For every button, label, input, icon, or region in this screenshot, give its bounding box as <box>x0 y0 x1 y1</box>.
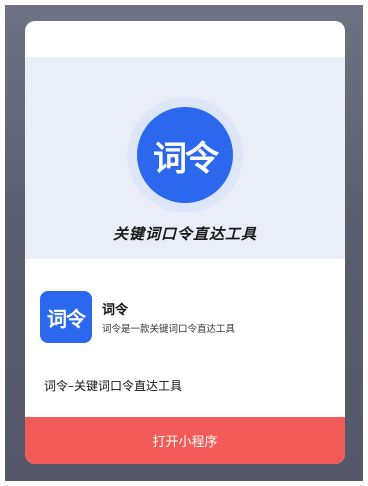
open-mini-program-button[interactable]: 打开小程序 <box>25 417 345 464</box>
app-description: 词令是一款关键词口令直达工具 <box>102 324 236 335</box>
hero-banner: 词令 关键词口令直达工具 <box>25 57 345 259</box>
app-logo-large: 词令 <box>137 107 233 203</box>
app-icon: 词令 <box>40 291 92 343</box>
app-icon-text: 词令 <box>47 306 86 331</box>
hero-title: 关键词口令直达工具 <box>112 225 257 243</box>
logo-text: 词令 <box>153 138 219 179</box>
mini-program-card: 词令 关键词口令直达工具 词令 词令 词令是一款关键词口令直达工具 词令–关键词… <box>25 21 345 464</box>
app-name: 词令 <box>102 303 129 318</box>
app-info-row: 词令 词令 词令是一款关键词口令直达工具 <box>40 291 330 343</box>
card-subtitle: 词令–关键词口令直达工具 <box>44 379 183 393</box>
